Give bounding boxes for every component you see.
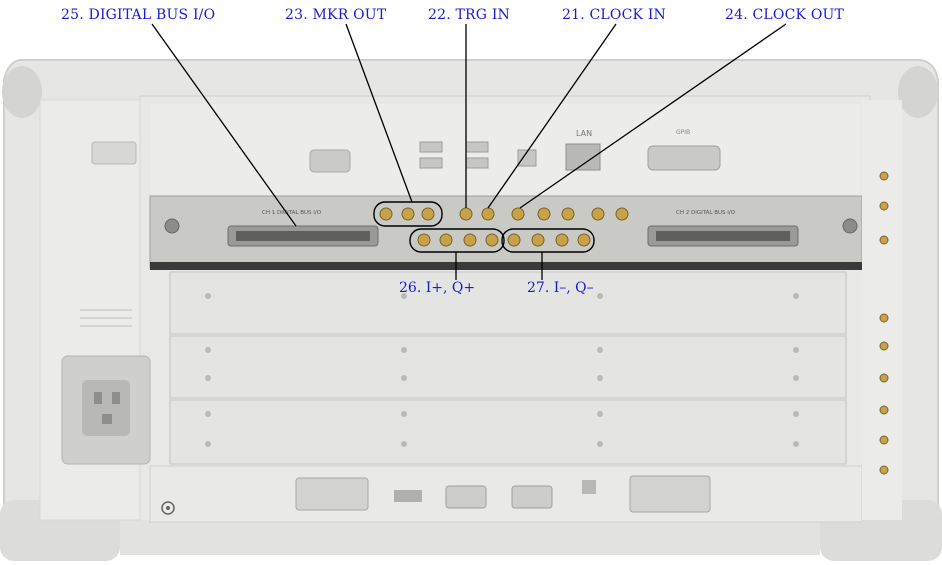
digital-bus-module: CH 1 DIGITAL BUS I/O CH 2 DIGITAL BUS I/… [149, 195, 863, 270]
callout-mkr-out: 23. MKR OUT [285, 7, 387, 23]
right-side-panel [862, 100, 902, 520]
usb-port [465, 157, 489, 169]
gpib-label: GPIB [676, 129, 690, 136]
lan-port [565, 143, 601, 171]
callout-i-minus-q-minus: 27. I–, Q– [527, 280, 594, 296]
ch1-bus-label: CH 1 DIGITAL BUS I/O [262, 210, 322, 216]
lan-label: LAN [576, 129, 592, 138]
callout-clock-in: 21. CLOCK IN [562, 7, 667, 23]
usb-port [465, 141, 489, 153]
callout-digital-bus-io: 25. DIGITAL BUS I/O [61, 7, 216, 23]
ch2-bus-label: CH 2 DIGITAL BUS I/O [676, 210, 736, 216]
bottom-connector-strip [149, 465, 863, 523]
blank-modules [169, 271, 847, 465]
corner-bumper [2, 66, 42, 118]
usb-port [419, 157, 443, 169]
top-io-area: LAN GPIB [150, 104, 860, 196]
callout-i-plus-q-plus: 26. I+, Q+ [399, 280, 476, 296]
left-panel [39, 99, 151, 521]
serial-port [309, 149, 351, 173]
callout-clock-out: 24. CLOCK OUT [725, 7, 845, 23]
usb-port [419, 141, 443, 153]
gpib-port [647, 145, 721, 171]
callout-trg-in: 22. TRG IN [428, 7, 511, 23]
corner-bumper [898, 66, 938, 118]
instrument-rear-panel-diagram: LAN GPIB CH 1 DIGITAL BUS I/O CH 2 DIGIT… [0, 0, 942, 561]
